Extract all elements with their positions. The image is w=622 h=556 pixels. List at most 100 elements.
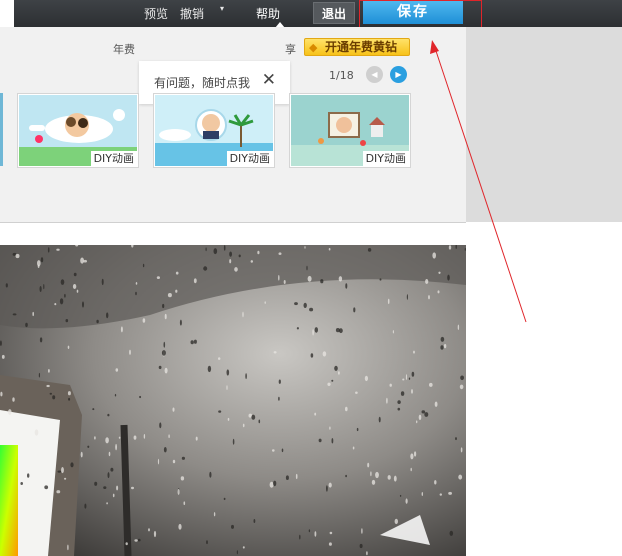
rain-droplet <box>65 319 69 323</box>
rain-droplet <box>115 368 119 372</box>
rain-droplet <box>223 245 226 251</box>
rain-droplet <box>421 492 423 496</box>
rain-droplet <box>387 298 390 305</box>
rain-droplet <box>314 412 317 416</box>
rain-droplet <box>250 260 253 263</box>
watermark-name: 系统之家 <box>518 514 606 538</box>
rain-droplet <box>164 367 168 374</box>
rain-droplet <box>135 291 137 296</box>
watermark-url: WWW.XITONGZHIJIA.NET <box>514 536 622 546</box>
rain-droplet <box>205 247 207 252</box>
rain-droplet <box>133 435 137 440</box>
rain-droplet <box>101 278 104 286</box>
rain-droplet <box>84 503 87 509</box>
rain-droplet <box>281 448 284 453</box>
rain-droplet <box>273 480 277 487</box>
rain-droplet <box>129 349 131 355</box>
rain-droplet <box>335 328 340 333</box>
template-thumbnail[interactable]: DIY动画 <box>17 93 139 168</box>
previous-thumbnail-edge[interactable] <box>0 93 3 166</box>
rain-droplet <box>161 350 166 356</box>
rain-droplet <box>421 410 426 414</box>
rain-droplet <box>418 414 422 420</box>
undo-dropdown-icon[interactable]: ▾ <box>220 4 224 13</box>
template-thumbnail[interactable]: DIY动画 <box>289 93 411 168</box>
rain-droplet <box>399 494 402 497</box>
rain-droplet <box>87 445 90 448</box>
rain-droplet <box>356 427 359 432</box>
rain-droplet <box>331 438 334 444</box>
rain-droplet <box>32 311 34 317</box>
rain-droplet <box>67 544 69 551</box>
rain-droplet <box>272 449 275 452</box>
rain-droplet <box>285 475 289 480</box>
rain-droplet <box>218 357 221 360</box>
rain-droplet <box>80 257 84 264</box>
open-vip-button[interactable]: ◆ 开通年费黄钻 <box>304 38 410 56</box>
rain-droplet <box>242 423 245 428</box>
rain-droplet <box>449 530 454 536</box>
rain-droplet <box>20 482 24 485</box>
rain-droplet <box>162 303 165 309</box>
top-toolbar: 预览 撤销 ▾ 帮助 退出 保存 <box>14 0 622 28</box>
rain-droplet <box>304 246 306 249</box>
prev-page-icon[interactable]: ◀ <box>366 66 383 83</box>
rain-droplet <box>359 543 363 549</box>
rain-droplet <box>416 420 418 424</box>
rain-droplet <box>223 497 226 501</box>
rain-droplet <box>164 313 167 320</box>
rain-droplet <box>46 384 50 388</box>
rain-droplet <box>397 407 401 411</box>
next-page-icon[interactable]: ▶ <box>390 66 407 83</box>
panel-divider <box>0 222 466 223</box>
template-tag: DIY动画 <box>362 151 409 166</box>
rain-droplet <box>393 475 397 482</box>
rain-droplet <box>438 271 441 274</box>
rain-droplet <box>213 512 216 517</box>
rain-droplet <box>64 293 66 298</box>
preview-button[interactable]: 预览 <box>144 5 168 22</box>
rain-droplet <box>414 451 417 457</box>
rain-droplet <box>361 528 363 534</box>
rain-droplet <box>76 289 79 293</box>
diamond-icon: ◆ <box>309 41 318 54</box>
rain-droplet <box>168 434 170 438</box>
rain-droplet <box>49 392 52 395</box>
photo-canvas[interactable] <box>0 245 466 556</box>
rain-droplet <box>406 294 408 300</box>
rain-droplet <box>394 518 398 525</box>
rain-droplet <box>163 341 166 348</box>
rain-droplet <box>458 474 463 480</box>
rain-droplet <box>294 302 298 306</box>
rain-droplet <box>82 301 84 308</box>
exit-button[interactable]: 退出 <box>313 2 355 24</box>
rain-droplet <box>411 371 415 377</box>
rain-droplet <box>61 467 64 474</box>
rain-droplet <box>242 311 244 318</box>
rain-droplet <box>135 282 138 285</box>
rain-droplet <box>195 436 198 441</box>
rain-droplet <box>156 276 160 279</box>
rain-droplet <box>269 481 274 488</box>
site-watermark: 系统之家 WWW.XITONGZHIJIA.NET <box>470 508 622 552</box>
rain-droplet <box>264 301 266 304</box>
open-vip-label: 开通年费黄钻 <box>325 40 398 54</box>
rain-droplet <box>180 476 185 481</box>
template-thumbnail[interactable]: DIY动画 <box>153 93 275 168</box>
rain-droplet <box>193 278 197 284</box>
rain-droplet <box>371 479 376 485</box>
undo-button[interactable]: 撤销 <box>180 5 204 22</box>
help-button[interactable]: 帮助 <box>256 5 280 22</box>
rain-droplet <box>167 293 172 298</box>
rain-droplet <box>232 438 235 445</box>
rain-droplet <box>43 284 45 290</box>
close-icon[interactable]: ✕ <box>262 71 276 89</box>
rain-droplet <box>106 502 108 505</box>
rain-droplet <box>447 274 450 281</box>
rain-droplet <box>110 467 114 472</box>
rain-droplet <box>303 302 307 308</box>
page-indicator: 1/18 <box>329 69 354 82</box>
rain-droplet <box>234 267 238 272</box>
rain-droplet <box>448 245 452 250</box>
rain-droplet <box>320 279 324 284</box>
